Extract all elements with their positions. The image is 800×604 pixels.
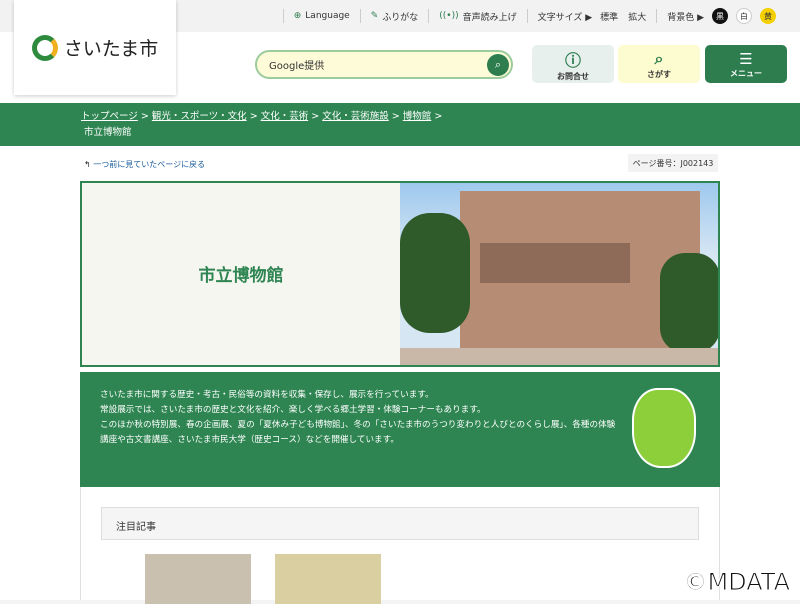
featured-heading: 注目記事 — [101, 507, 699, 540]
speech-label: 音声読み上げ — [462, 12, 517, 23]
search-button[interactable]: ⌕ — [487, 54, 509, 76]
hero-banner: 市立博物館 — [80, 181, 720, 367]
featured-article-thumbnail[interactable] — [275, 554, 381, 604]
description-text: さいたま市に関する歴史・考古・民俗等の資料を収集・保存し、展示を行っています。 — [100, 390, 434, 400]
page-title: 市立博物館 — [198, 266, 284, 286]
breadcrumb-link[interactable]: 文化・芸術施設 — [322, 111, 389, 122]
breadcrumb-sep: > — [391, 111, 400, 122]
breadcrumb-sep: > — [311, 111, 320, 122]
site-logo[interactable]: さいたま市 — [14, 0, 176, 95]
back-arrow-icon: ↰ — [84, 160, 94, 169]
font-standard-button[interactable]: 標準 — [600, 10, 618, 23]
font-size-label: 文字サイズ ▶ — [537, 12, 593, 23]
globe-icon: ⊕ — [293, 11, 302, 21]
page-number: ページ番号：J002143 — [628, 154, 718, 172]
logo-text: さいたま市 — [63, 38, 159, 60]
city-logo-icon — [31, 34, 58, 61]
speech-link[interactable]: ((•)) 音声読み上げ — [428, 9, 526, 23]
furigana-link[interactable]: ✎ ふりがな — [359, 9, 429, 23]
furigana-label: ふりがな — [382, 12, 419, 23]
watermark: ©MDATA — [683, 568, 791, 597]
pencil-icon: ✎ — [370, 11, 379, 21]
search-input[interactable]: Google提供 ⌕ — [255, 50, 513, 79]
bg-yellow-button[interactable]: 黄 — [760, 8, 776, 24]
language-link[interactable]: ⊕ Language — [282, 9, 360, 23]
museum-photo — [400, 183, 718, 365]
bg-white-button[interactable]: 白 — [736, 8, 752, 24]
breadcrumb-link[interactable]: 博物館 — [403, 111, 432, 122]
breadcrumb-sep: > — [249, 111, 258, 122]
broadcast-icon: ((•)) — [439, 11, 459, 21]
description-text: このほか秋の特別展、春の企画展、夏の「夏休み子ども博物館」、冬の「さいたま市のう… — [100, 420, 616, 445]
featured-article-thumbnail[interactable] — [145, 554, 251, 604]
breadcrumb-sep: > — [140, 111, 149, 122]
find-button[interactable]: ⌕ さがす — [618, 45, 700, 83]
font-large-button[interactable]: 拡大 — [628, 10, 646, 23]
contact-button[interactable]: ⓘ お問合せ — [532, 45, 614, 83]
bg-black-button[interactable]: 黒 — [712, 8, 728, 24]
breadcrumb-link[interactable]: トップページ — [81, 111, 138, 122]
description-text: 常設展示では、さいたま市の歴史と文化を紹介、楽しく学べる郷土学習・体験コーナーも… — [100, 405, 486, 415]
breadcrumb-sep: > — [434, 111, 443, 122]
bg-color-label: 背景色 ▶ — [667, 12, 704, 23]
menu-label: メニュー — [730, 68, 762, 78]
contact-label: お問合せ — [557, 71, 589, 81]
breadcrumb-link[interactable]: 観光・スポーツ・文化 — [152, 111, 247, 122]
back-link[interactable]: ↰ 一つ前に見ていたページに戻る — [84, 159, 205, 170]
menu-button[interactable]: ☰ メニュー — [705, 45, 787, 83]
menu-icon: ☰ — [739, 49, 753, 68]
question-bubble-icon: ⓘ — [564, 50, 581, 70]
breadcrumb-link[interactable]: 文化・芸術 — [261, 111, 309, 122]
breadcrumb-current: 市立博物館 — [84, 127, 132, 138]
mascot-image — [632, 388, 696, 468]
bg-color-control: 背景色 ▶ 黒白黄 — [656, 8, 786, 24]
description-panel: さいたま市に関する歴史・考古・民俗等の資料を収集・保存し、展示を行っています。 … — [80, 372, 720, 487]
search-icon: ⌕ — [654, 48, 664, 68]
find-label: さがす — [647, 69, 671, 79]
font-size-control: 文字サイズ ▶ 標準 拡大 — [526, 9, 657, 23]
back-link-label: 一つ前に見ていたページに戻る — [93, 160, 206, 169]
featured-section: 注目記事 — [80, 487, 720, 604]
breadcrumb: トップページ > 観光・スポーツ・文化 > 文化・芸術 > 文化・芸術施設 > … — [0, 103, 800, 146]
language-label: Language — [305, 11, 350, 21]
search-placeholder: Google提供 — [269, 61, 325, 72]
search-icon: ⌕ — [494, 58, 502, 71]
